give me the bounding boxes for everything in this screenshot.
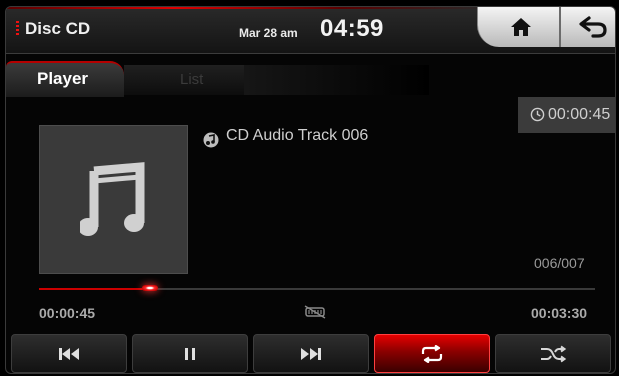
top-accent-line xyxy=(6,7,486,9)
tab-bar-filler xyxy=(244,65,429,95)
track-index: 006/007 xyxy=(534,255,585,271)
progress-fill xyxy=(39,288,156,290)
home-icon xyxy=(511,18,531,36)
previous-button[interactable] xyxy=(11,334,127,373)
pause-icon xyxy=(185,347,195,360)
tab-list-label: List xyxy=(180,71,204,88)
track-title: CD Audio Track 006 xyxy=(226,127,369,144)
next-button[interactable] xyxy=(253,334,369,373)
elapsed-time-badge: 00:00:45 xyxy=(518,97,615,133)
tab-player-label: Player xyxy=(37,69,89,88)
top-bar: Disc CD Mar 28 am 04:59 xyxy=(6,7,615,54)
elapsed-badge-time: 00:00:45 xyxy=(548,106,611,123)
source-title: Disc CD xyxy=(25,19,91,38)
source-indicator-icon xyxy=(16,21,19,35)
date-label: Mar 28 am xyxy=(239,26,298,40)
repeat-icon xyxy=(421,344,443,363)
album-art xyxy=(39,125,188,274)
time-total: 00:03:30 xyxy=(531,305,588,321)
shuffle-button[interactable] xyxy=(495,334,611,373)
skip-next-icon xyxy=(301,347,321,360)
back-arrow-icon xyxy=(579,16,607,38)
music-note-icon xyxy=(80,162,145,236)
skip-previous-icon xyxy=(59,347,79,360)
back-button[interactable] xyxy=(559,7,615,47)
app-window: Disc CD Mar 28 am 04:59 Player List 00:0… xyxy=(5,6,616,374)
track-note-icon xyxy=(203,132,219,148)
progress-handle[interactable] xyxy=(141,285,158,291)
pause-button[interactable] xyxy=(132,334,248,373)
tab-list[interactable]: List xyxy=(124,65,244,95)
tab-player[interactable]: Player xyxy=(6,61,124,97)
home-button[interactable] xyxy=(477,7,560,47)
time-elapsed: 00:00:45 xyxy=(39,305,96,321)
repeat-button[interactable] xyxy=(374,334,490,373)
eq-toggle-icon[interactable] xyxy=(304,304,326,320)
tab-bar: Player List xyxy=(6,53,615,97)
shuffle-icon xyxy=(541,345,567,362)
clock-time: 04:59 xyxy=(320,15,384,42)
progress-bar[interactable] xyxy=(39,285,595,291)
clock-icon xyxy=(530,107,545,122)
